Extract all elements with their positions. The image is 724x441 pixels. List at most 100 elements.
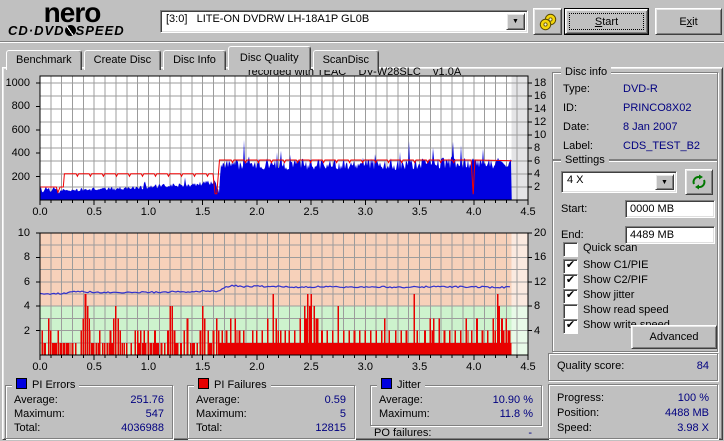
disc-info-group: Disc info Type: DVD-R ID: PRINCO8X02 Date: 8 … bbox=[552, 65, 718, 160]
logo-speed-text: SPEED bbox=[75, 23, 125, 38]
end-position-label: End: bbox=[561, 229, 584, 241]
jitter-stats-box: Jitter Average: 10.90 % Maximum: 11.8 % bbox=[370, 378, 542, 426]
stats-row-label: Maximum: bbox=[379, 408, 430, 420]
disc-info-row-value: 8 Jan 2007 bbox=[623, 121, 678, 133]
progress-row-value: 4488 MB bbox=[664, 407, 709, 419]
tab-scandisc[interactable]: ScanDisc bbox=[312, 50, 380, 70]
stats-box-title-text: PI Failures bbox=[214, 379, 267, 391]
disc-info-row-label: Label: bbox=[563, 140, 593, 152]
disc-info-row: Label: CDS_TEST_B2 bbox=[563, 140, 707, 152]
checkbox-label-show-jitter: Show jitter bbox=[583, 289, 635, 301]
scan-speed-dropdown-button[interactable]: ▼ bbox=[655, 174, 674, 190]
checkbox-show-write-speed[interactable]: ✔ bbox=[563, 319, 578, 334]
checkmark-icon: ✔ bbox=[565, 289, 576, 301]
po-failures-label: PO failures: bbox=[374, 427, 432, 439]
toolbar-divider bbox=[0, 41, 724, 43]
disc-info-title: Disc info bbox=[561, 65, 612, 79]
start-position-label: Start: bbox=[561, 203, 588, 215]
stats-row-value: 547 bbox=[145, 408, 164, 420]
stats-row: Maximum: 11.8 % bbox=[379, 408, 533, 420]
stats-row: Average: 0.59 bbox=[196, 394, 346, 406]
progress-row: Position: 4488 MB bbox=[557, 407, 709, 419]
progress-box: Progress: 100 % Position: 4488 MB Speed: 3.98… bbox=[548, 384, 718, 439]
tab-disc-info[interactable]: Disc Info bbox=[163, 50, 226, 70]
nero-cd-dvd-speed-window: nero CD·DVD SPEED [3:0] LITE-ON DVDRW LH-… bbox=[0, 0, 724, 441]
stats-row-value: 4036988 bbox=[121, 422, 164, 434]
stats-row-value: 0.59 bbox=[324, 394, 346, 406]
end-position-field[interactable] bbox=[625, 226, 715, 244]
checkbox-show-c1-pie[interactable]: ✔ bbox=[563, 259, 578, 274]
tab-create-disc[interactable]: Create Disc bbox=[83, 50, 162, 70]
discs-icon bbox=[539, 13, 556, 30]
progress-row-value: 3.98 X bbox=[677, 422, 709, 434]
disc-info-row-label: ID: bbox=[563, 102, 578, 114]
start-position-field[interactable] bbox=[625, 200, 715, 218]
tab-bar: Benchmark Create Disc Disc Info Disc Qualit… bbox=[6, 46, 381, 70]
disc-info-row-value: PRINCO8X02 bbox=[623, 102, 692, 114]
stats-row-label: Total: bbox=[196, 422, 223, 434]
checkbox-label-show-read-speed: Show read speed bbox=[583, 304, 669, 316]
checkbox-label-show-c2-pif: Show C2/PIF bbox=[583, 274, 648, 286]
checkbox-show-read-speed[interactable] bbox=[563, 304, 578, 319]
stats-row: Maximum: 5 bbox=[196, 408, 346, 420]
disc-info-row: Date: 8 Jan 2007 bbox=[563, 121, 707, 133]
exit-button[interactable]: Exit bbox=[655, 8, 722, 35]
checkbox-show-c2-pif[interactable]: ✔ bbox=[563, 274, 578, 289]
disc-info-row-label: Type: bbox=[563, 83, 590, 95]
disc-tool-button[interactable] bbox=[533, 8, 562, 35]
stats-box-title-text: Jitter bbox=[397, 379, 421, 391]
jitter-marker-icon bbox=[381, 378, 392, 389]
checkbox-label-show-c1-pie: Show C1/PIE bbox=[583, 259, 649, 271]
settings-title: Settings bbox=[561, 153, 609, 167]
tab-benchmark[interactable]: Benchmark bbox=[6, 50, 82, 70]
refresh-button[interactable] bbox=[685, 169, 713, 195]
stats-row: Average: 251.76 bbox=[14, 394, 164, 406]
chevron-down-icon: ▼ bbox=[661, 178, 668, 186]
stats-row-label: Average: bbox=[379, 394, 423, 406]
settings-group: Settings 4 X ▼ Start: End: Quick scan ✔ Sh… bbox=[552, 153, 718, 352]
disc-info-row-label: Date: bbox=[563, 121, 590, 133]
chevron-down-icon: ▼ bbox=[512, 18, 519, 25]
pi-failures-marker-icon bbox=[198, 378, 209, 389]
stats-row-label: Maximum: bbox=[196, 408, 247, 420]
scan-speed-select[interactable]: 4 X ▼ bbox=[561, 171, 677, 193]
disc-info-row: Type: DVD-R bbox=[563, 83, 707, 95]
stats-row: Total: 12815 bbox=[196, 422, 346, 434]
checkmark-icon: ✔ bbox=[565, 319, 576, 331]
progress-row-label: Position: bbox=[557, 407, 600, 419]
checkbox-show-jitter[interactable]: ✔ bbox=[563, 289, 578, 304]
stats-row: Total: 4036988 bbox=[14, 422, 164, 434]
progress-row-label: Progress: bbox=[557, 392, 605, 404]
stats-row-value: 12815 bbox=[315, 422, 346, 434]
disc-info-row-value: CDS_TEST_B2 bbox=[623, 140, 701, 152]
disc-info-row: ID: PRINCO8X02 bbox=[563, 102, 707, 114]
drive-selector[interactable]: [3:0] LITE-ON DVDRW LH-18A1P GL0B ▼ bbox=[160, 10, 528, 33]
checkmark-icon: ✔ bbox=[565, 259, 576, 271]
drive-selector-dropdown-button[interactable]: ▼ bbox=[506, 13, 525, 30]
drive-selector-value: [3:0] LITE-ON DVDRW LH-18A1P GL0B bbox=[166, 13, 370, 25]
quality-score-label: Quality score: bbox=[557, 360, 625, 372]
pi-failures-stats-box: PI Failures Average: 0.59 Maximum: 5 Total: 12… bbox=[187, 378, 355, 439]
stats-row: Maximum: 547 bbox=[14, 408, 164, 420]
progress-row: Speed: 3.98 X bbox=[557, 422, 709, 434]
progress-row: Progress: 100 % bbox=[557, 392, 709, 404]
nero-logo-text: nero bbox=[43, 0, 102, 28]
stats-box-title: Jitter bbox=[377, 378, 425, 392]
stats-box-title: PI Failures bbox=[194, 378, 271, 392]
stats-row-label: Total: bbox=[14, 422, 41, 434]
advanced-button[interactable]: Advanced bbox=[631, 325, 717, 349]
quality-score-box: Quality score: 84 bbox=[548, 353, 718, 381]
start-button[interactable]: Start bbox=[564, 8, 649, 35]
logo-cd-dvd-text: CD·DVD bbox=[8, 23, 65, 38]
stats-row-value: 5 bbox=[339, 408, 346, 420]
checkbox-quick-scan[interactable] bbox=[563, 242, 578, 257]
stats-row-label: Average: bbox=[196, 394, 240, 406]
stats-box-title: PI Errors bbox=[12, 378, 80, 392]
refresh-icon bbox=[692, 174, 706, 190]
disc-logo-icon bbox=[64, 25, 76, 36]
tab-disc-quality[interactable]: Disc Quality bbox=[227, 46, 311, 70]
progress-row-label: Speed: bbox=[557, 422, 592, 434]
checkmark-icon: ✔ bbox=[565, 274, 576, 286]
po-failures-value: - bbox=[528, 427, 532, 439]
pi-errors-marker-icon bbox=[16, 378, 27, 389]
